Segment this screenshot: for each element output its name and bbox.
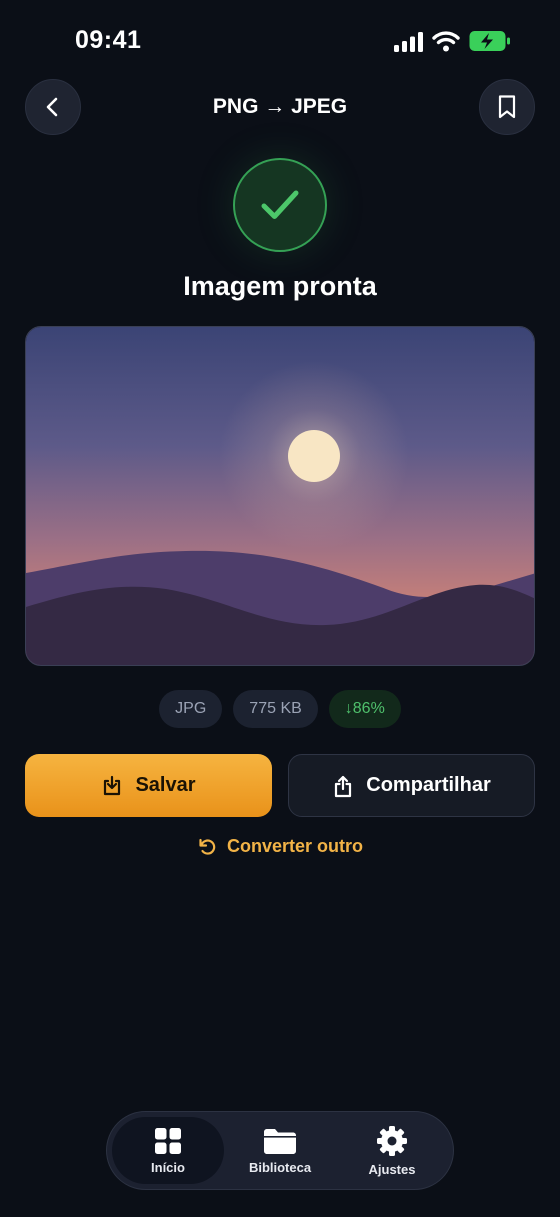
image-preview[interactable] <box>25 326 535 666</box>
result-title: Imagem pronta <box>183 271 377 301</box>
sunset-landscape-image <box>26 327 534 665</box>
tab-bar: Início Biblioteca Ajustes <box>106 1111 454 1190</box>
status-bar: 09:41 <box>0 0 560 80</box>
page-title: PNG → JPEG <box>212 95 348 118</box>
bookmark-icon <box>498 95 516 119</box>
folder-icon <box>264 1128 296 1154</box>
screen: 09:41 PNG → JPEG Imagem pronta JPG 775 K… <box>0 0 560 1217</box>
share-label: Compartilhar <box>366 774 491 796</box>
tab-biblioteca[interactable]: Biblioteca <box>224 1117 336 1184</box>
tab-inicio[interactable]: Início <box>112 1117 224 1184</box>
download-icon <box>104 775 121 795</box>
convert-label: Converter outro <box>226 836 363 856</box>
convert-another-link[interactable]: Converter outro <box>0 836 560 857</box>
signal-icon <box>394 32 423 52</box>
tab-label: Ajustes <box>368 1161 416 1177</box>
checkmark-icon <box>261 190 299 219</box>
save-label: Salvar <box>135 774 196 796</box>
success-badge <box>233 158 327 252</box>
file-info-chips: JPG 775 KB ↓86% <box>0 690 560 728</box>
wifi-icon <box>432 31 460 52</box>
tab-ajustes[interactable]: Ajustes <box>336 1117 448 1184</box>
status-time: 09:41 <box>75 26 142 54</box>
bookmark-button[interactable] <box>479 79 535 135</box>
gear-icon <box>377 1125 407 1156</box>
share-icon <box>335 775 352 797</box>
grid-icon <box>155 1127 181 1154</box>
battery-charging-icon <box>469 31 510 51</box>
format-chip: JPG <box>159 690 223 728</box>
reduction-chip: ↓86% <box>328 690 401 728</box>
tab-label: Biblioteca <box>248 1159 312 1175</box>
size-chip: 775 KB <box>233 690 318 728</box>
save-button[interactable]: Salvar <box>25 754 272 817</box>
tab-label: Início <box>151 1159 185 1175</box>
restart-icon <box>199 838 216 855</box>
share-button[interactable]: Compartilhar <box>288 754 535 817</box>
